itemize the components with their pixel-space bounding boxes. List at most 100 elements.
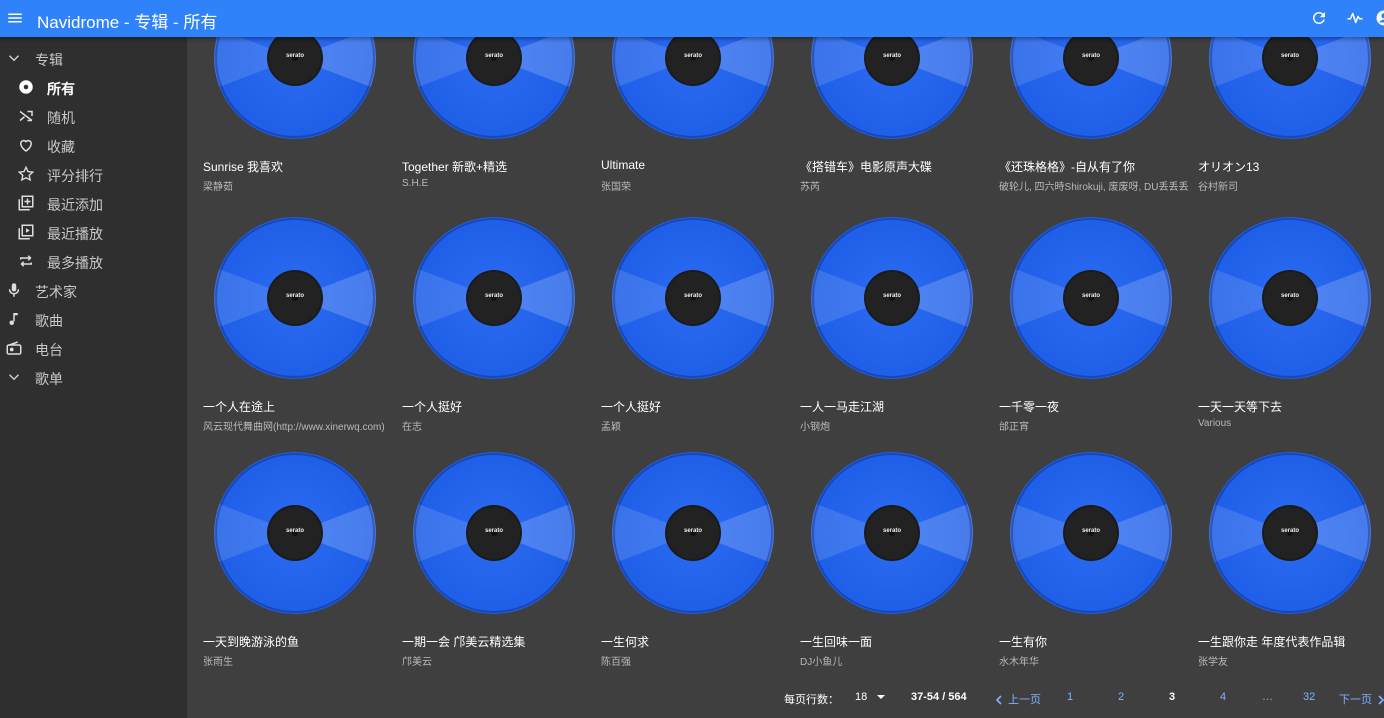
- album-title[interactable]: オリオン13: [1198, 158, 1259, 175]
- sidebar-item[interactable]: 歌单: [0, 363, 187, 392]
- page-number-button[interactable]: 3: [1169, 691, 1175, 703]
- album-artist[interactable]: 苏芮: [800, 178, 820, 193]
- album-title[interactable]: 一个人挺好: [402, 398, 462, 415]
- sidebar-item[interactable]: 专辑: [0, 44, 187, 73]
- sidebar-item[interactable]: 最多播放: [0, 247, 187, 276]
- activity-icon[interactable]: [1346, 9, 1364, 27]
- album-title[interactable]: 一天到晚游泳的鱼: [203, 633, 299, 650]
- sidebar-item[interactable]: 最近添加: [0, 189, 187, 218]
- album-cover[interactable]: serato: [612, 217, 774, 379]
- sidebar-item[interactable]: 收藏: [0, 131, 187, 160]
- prev-page-label: 上一页: [1008, 694, 1041, 706]
- page-number-button[interactable]: 1: [1067, 691, 1073, 703]
- album-cover[interactable]: serato: [1209, 37, 1371, 139]
- rows-per-page-label: 每页行数：: [784, 694, 839, 706]
- prev-page-button[interactable]: 上一页: [994, 691, 1041, 707]
- album-title[interactable]: 一个人挺好: [601, 398, 661, 415]
- album-artist[interactable]: 张学友: [1198, 653, 1228, 668]
- album-title[interactable]: 一生何求: [601, 633, 649, 650]
- album-title[interactable]: Ultimate: [601, 158, 645, 172]
- album-artist[interactable]: 孟颖: [601, 418, 621, 433]
- album-artist[interactable]: 风云现代舞曲网(http://www.xinerwq.com): [203, 418, 385, 433]
- disc-icon: [19, 80, 33, 94]
- album-title[interactable]: 《还珠格格》-自从有了你: [999, 158, 1135, 175]
- album-title[interactable]: 一个人在途上: [203, 398, 275, 415]
- album-artist[interactable]: 谷村新司: [1198, 178, 1238, 193]
- app-bar: Navidrome - 专辑 - 所有: [0, 0, 1384, 37]
- sidebar-item[interactable]: 最近播放: [0, 218, 187, 247]
- album-title[interactable]: Sunrise 我喜欢: [203, 158, 283, 175]
- album-title[interactable]: 一生回味一面: [800, 633, 872, 650]
- album-cover[interactable]: serato: [1010, 217, 1172, 379]
- sidebar-item[interactable]: 评分排行: [0, 160, 187, 189]
- album-cover[interactable]: serato: [413, 217, 575, 379]
- album-cover[interactable]: serato: [612, 37, 774, 139]
- album-artist[interactable]: 在志: [402, 418, 422, 433]
- star-icon: [17, 165, 35, 182]
- sidebar-item[interactable]: 随机: [0, 102, 187, 131]
- album-cover[interactable]: serato: [214, 37, 376, 139]
- page-number-button[interactable]: 4: [1220, 691, 1226, 703]
- album-artist[interactable]: 小钢炮: [800, 418, 830, 433]
- album-artist[interactable]: 邰正宵: [999, 418, 1029, 433]
- album-artist[interactable]: 张雨生: [203, 653, 233, 668]
- refresh-icon[interactable]: [1310, 9, 1328, 27]
- sidebar-item-label: 评分排行: [47, 168, 103, 184]
- cover-label-text: serato: [1280, 293, 1299, 299]
- sidebar-item[interactable]: 所有: [0, 73, 187, 102]
- album-cover[interactable]: serato: [1209, 217, 1371, 379]
- album-artist[interactable]: 梁静茹: [203, 178, 233, 193]
- page-number-button[interactable]: 2: [1118, 691, 1124, 703]
- cover-label-text: serato: [683, 293, 702, 299]
- cover-label-text: serato: [484, 528, 503, 534]
- album-title[interactable]: 《搭错车》电影原声大碟: [800, 158, 932, 175]
- album-title[interactable]: 一生跟你走 年度代表作品辑: [1198, 633, 1345, 650]
- cover-label-text: serato: [1280, 528, 1299, 534]
- album-cover[interactable]: serato: [413, 37, 575, 139]
- album-artist[interactable]: 邝美云: [402, 653, 432, 668]
- sidebar-item-label: 歌单: [35, 371, 63, 387]
- sidebar-item[interactable]: 歌曲: [0, 305, 187, 334]
- cover-label-text: serato: [683, 528, 702, 534]
- cover-label-text: serato: [882, 293, 901, 299]
- rows-per-page-select[interactable]: 18: [855, 691, 886, 703]
- album-title[interactable]: 一人一马走江湖: [800, 398, 884, 415]
- album-cover[interactable]: serato: [214, 452, 376, 614]
- next-page-button[interactable]: 下一页: [1339, 691, 1384, 707]
- album-artist[interactable]: 张国荣: [601, 178, 631, 193]
- shuffle-icon: [19, 110, 33, 122]
- album-cover[interactable]: serato: [214, 217, 376, 379]
- album-cover[interactable]: serato: [1209, 452, 1371, 614]
- sidebar-item[interactable]: 艺术家: [0, 276, 187, 305]
- album-grid: serato Sunrise 我喜欢 梁静茹 serato Together 新歌+精…: [187, 37, 1384, 718]
- album-cover[interactable]: serato: [1010, 452, 1172, 614]
- cover-label-text: serato: [1280, 53, 1299, 59]
- album-artist[interactable]: 水木年华: [999, 653, 1039, 668]
- page-range: 37-54 / 564: [911, 691, 967, 703]
- album-artist[interactable]: 陈百强: [601, 653, 631, 668]
- library-add-icon: [18, 195, 34, 211]
- sidebar-item-label: 最近播放: [47, 226, 103, 242]
- album-title[interactable]: Together 新歌+精选: [402, 158, 507, 175]
- album-cover[interactable]: serato: [612, 452, 774, 614]
- account-icon[interactable]: [1375, 9, 1384, 27]
- cover-label-text: serato: [683, 53, 702, 59]
- album-cover[interactable]: serato: [811, 217, 973, 379]
- sidebar-item[interactable]: 电台: [0, 334, 187, 363]
- album-cover[interactable]: serato: [811, 37, 973, 139]
- album-title[interactable]: 一期一会 邝美云精选集: [402, 633, 525, 650]
- album-title[interactable]: 一千零一夜: [999, 398, 1059, 415]
- album-artist[interactable]: DJ小鱼儿: [800, 653, 842, 668]
- page-number-button[interactable]: 32: [1303, 691, 1315, 703]
- menu-icon[interactable]: [6, 9, 24, 27]
- album-artist[interactable]: 破轮儿, 四六時Shirokuji, 废废呀, DU丢丢丢: [999, 178, 1188, 193]
- cover-label-text: serato: [285, 53, 304, 59]
- album-cover[interactable]: serato: [811, 452, 973, 614]
- album-cover[interactable]: serato: [1010, 37, 1172, 139]
- album-cover[interactable]: serato: [413, 452, 575, 614]
- album-title[interactable]: 一天一天等下去: [1198, 398, 1282, 415]
- page-title: Navidrome - 专辑 - 所有: [37, 13, 218, 32]
- album-title[interactable]: 一生有你: [999, 633, 1047, 650]
- album-artist[interactable]: Various: [1198, 418, 1231, 429]
- album-artist[interactable]: S.H.E: [402, 178, 428, 189]
